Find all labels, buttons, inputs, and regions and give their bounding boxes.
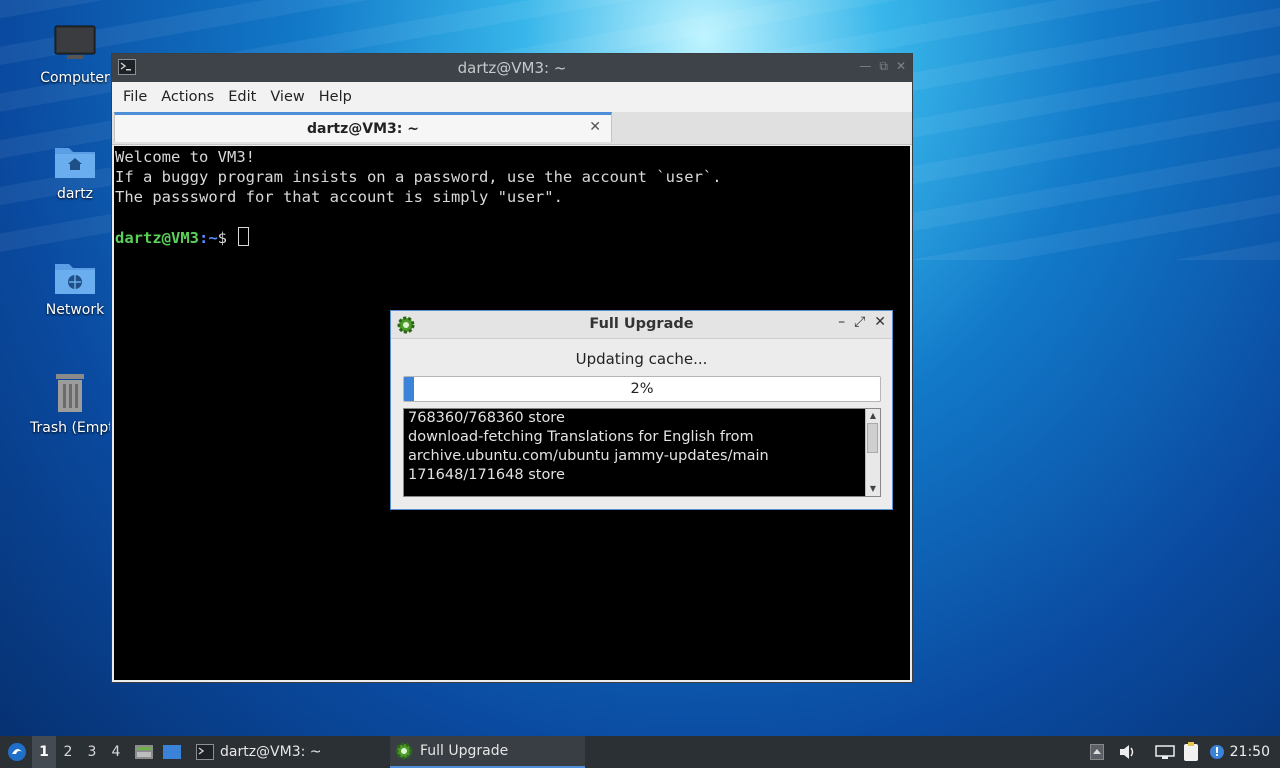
tray-volume[interactable] (1118, 736, 1138, 768)
scroll-thumb[interactable] (867, 423, 878, 453)
network-folder-icon (55, 264, 95, 294)
progress-text: 2% (630, 381, 654, 397)
scroll-down-icon[interactable]: ▼ (866, 482, 880, 496)
dialog-title: Full Upgrade (589, 316, 694, 332)
lubuntu-logo-icon (8, 743, 26, 761)
tab-label: dartz@VM3: ~ (307, 120, 419, 137)
terminal-titlebar[interactable]: dartz@VM3: ~ — ⧉ ✕ (112, 54, 912, 82)
desktop-icon-trash[interactable]: Trash (Empty) (30, 372, 110, 436)
tray-clipboard[interactable] (1182, 736, 1204, 768)
text-cursor (238, 227, 250, 246)
terminal-line: The passsword for that account is simply… (115, 188, 563, 206)
tab-close-icon[interactable]: ✕ (589, 119, 601, 135)
start-menu-button[interactable] (4, 736, 30, 768)
task-full-upgrade[interactable]: Full Upgrade (390, 736, 585, 768)
network-icon (1155, 745, 1175, 759)
close-icon[interactable]: ✕ (874, 314, 886, 330)
task-label: Full Upgrade (420, 743, 509, 759)
full-upgrade-dialog: Full Upgrade – ⤢ ✕ Updating cache... 2% … (390, 310, 893, 510)
log-line: download-fetching Translations for Engli… (408, 429, 754, 445)
terminal-icon (196, 744, 214, 760)
tab-strip: dartz@VM3: ~ ✕ (112, 112, 912, 145)
quicklaunch-desktop[interactable] (162, 736, 184, 768)
tab-terminal[interactable]: dartz@VM3: ~ ✕ (114, 112, 612, 142)
tray-updates[interactable] (1208, 736, 1230, 768)
terminal-line: Welcome to VM3! (115, 148, 255, 166)
workspace-3[interactable]: 3 (80, 736, 104, 768)
computer-icon (54, 25, 96, 59)
clipboard-icon (1184, 742, 1198, 761)
file-manager-icon (135, 745, 153, 759)
menu-bar: File Actions Edit View Help (112, 82, 912, 112)
log-scrollbar[interactable]: ▲ ▼ (865, 409, 880, 496)
log-line: 768360/768360 store (408, 410, 565, 426)
menu-help[interactable]: Help (312, 89, 359, 105)
workspace-1[interactable]: 1 (32, 736, 56, 768)
desktop-icon-label: Computer (40, 70, 110, 86)
menu-actions[interactable]: Actions (154, 89, 221, 105)
tray-arrow-icon (1090, 744, 1104, 760)
menu-file[interactable]: File (116, 89, 154, 105)
close-icon[interactable]: ✕ (896, 59, 906, 74)
minimize-icon[interactable]: — (859, 59, 871, 74)
menu-view[interactable]: View (263, 89, 311, 105)
menu-edit[interactable]: Edit (221, 89, 263, 105)
dialog-titlebar[interactable]: Full Upgrade – ⤢ ✕ (391, 311, 892, 339)
gear-icon (395, 742, 413, 760)
workspace-2[interactable]: 2 (56, 736, 80, 768)
tray-network[interactable] (1155, 736, 1177, 768)
log-line: archive.ubuntu.com/ubuntu jammy-updates/… (408, 448, 769, 464)
minimize-icon[interactable]: – (838, 314, 845, 330)
desktop-icon-home[interactable]: dartz (30, 142, 120, 202)
maximize-icon[interactable]: ⧉ (879, 59, 888, 74)
desktop-icon-label: Trash (Empty) (30, 420, 110, 436)
taskbar: 1 2 3 4 dartz@VM3: ~ Full Upgrade 21:50 (0, 736, 1280, 768)
prompt-user: dartz@VM3 (115, 229, 199, 247)
prompt-path: :~ (199, 229, 218, 247)
home-folder-icon (55, 148, 95, 178)
quicklaunch-files[interactable] (134, 736, 156, 768)
status-text: Updating cache... (575, 350, 708, 368)
trash-icon (56, 374, 84, 412)
task-label: dartz@VM3: ~ (220, 744, 322, 760)
terminal-line: If a buggy program insists on a password… (115, 168, 722, 186)
terminal-prompt: dartz@VM3:~$ (115, 227, 909, 247)
clock[interactable]: 21:50 (1230, 736, 1270, 768)
desktop-icon-network[interactable]: Network (30, 258, 120, 318)
desktop-icon-label: dartz (56, 186, 94, 202)
progress-bar: 2% (403, 376, 881, 402)
show-desktop-icon (163, 745, 181, 759)
prompt-symbol: $ (217, 229, 228, 247)
workspace-4[interactable]: 4 (104, 736, 128, 768)
volume-icon (1120, 745, 1134, 759)
task-terminal[interactable]: dartz@VM3: ~ (192, 736, 386, 768)
log-output[interactable]: 768360/768360 store download-fetching Tr… (403, 408, 881, 497)
update-notifier-icon (1210, 745, 1224, 759)
maximize-icon[interactable]: ⤢ (854, 314, 865, 330)
scroll-up-icon[interactable]: ▲ (866, 409, 880, 423)
window-title: dartz@VM3: ~ (457, 59, 567, 77)
desktop-icon-computer[interactable]: Computer (30, 24, 120, 86)
desktop-icon-label: Network (45, 302, 105, 318)
tray-expand[interactable] (1090, 736, 1110, 768)
log-line: 171648/171648 store (408, 467, 565, 483)
